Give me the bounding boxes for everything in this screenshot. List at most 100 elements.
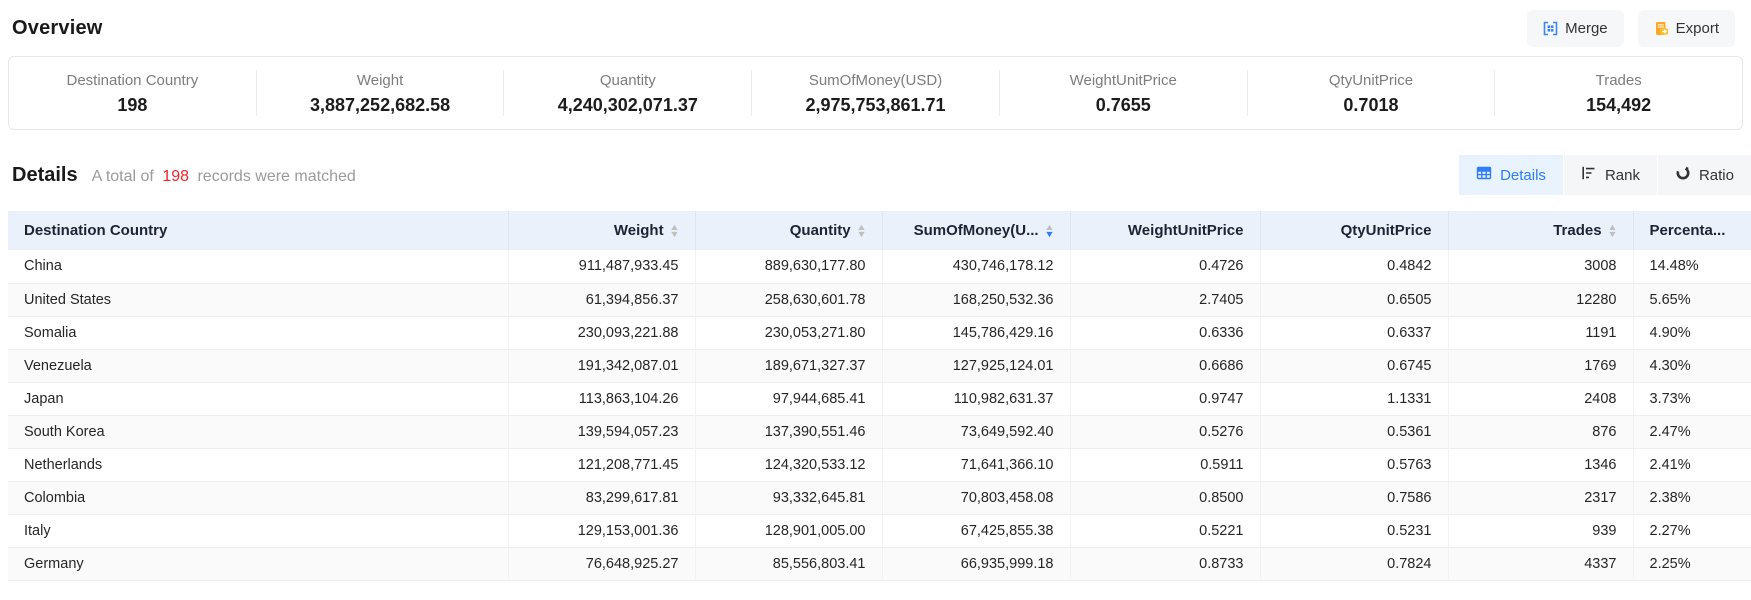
row-value-cell: 2.27% xyxy=(1633,514,1751,547)
tab-details[interactable]: Details xyxy=(1459,155,1563,195)
row-value-cell: 2.41% xyxy=(1633,448,1751,481)
stat-value: 154,492 xyxy=(1495,95,1742,116)
row-value-cell: 0.5911 xyxy=(1070,448,1260,481)
row-value-cell: 939 xyxy=(1448,514,1633,547)
sort-desc-icon: ▼ xyxy=(1044,231,1055,238)
table-row: Germany76,648,925.2785,556,803.4166,935,… xyxy=(8,547,1751,580)
stat-label: WeightUnitPrice xyxy=(1000,72,1247,89)
table-row: Netherlands121,208,771.45124,320,533.127… xyxy=(8,448,1751,481)
row-value-cell: 1769 xyxy=(1448,349,1633,382)
table-row: China911,487,933.45889,630,177.80430,746… xyxy=(8,250,1751,283)
row-value-cell: 1346 xyxy=(1448,448,1633,481)
stat-value: 2,975,753,861.71 xyxy=(752,95,999,116)
stat-value: 0.7018 xyxy=(1248,95,1495,116)
tab-details-label: Details xyxy=(1500,167,1546,184)
column-header[interactable]: Weight ▲▼ xyxy=(508,211,695,250)
sort-desc-icon: ▼ xyxy=(856,231,867,238)
row-value-cell: 0.6505 xyxy=(1260,283,1448,316)
row-value-cell: 0.4842 xyxy=(1260,250,1448,283)
row-value-cell: 124,320,533.12 xyxy=(695,448,882,481)
match-prefix: A total of xyxy=(92,168,154,185)
tab-ratio[interactable]: Ratio xyxy=(1657,155,1751,195)
row-value-cell: 191,342,087.01 xyxy=(508,349,695,382)
row-value-cell: 0.5763 xyxy=(1260,448,1448,481)
row-value-cell: 2.47% xyxy=(1633,415,1751,448)
row-value-cell: 0.8500 xyxy=(1070,481,1260,514)
column-header[interactable]: SumOfMoney(U... ▲▼ xyxy=(882,211,1070,250)
ratio-pie-icon xyxy=(1675,165,1691,185)
table-header-row: Destination CountryWeight▲▼Quantity▲▼Sum… xyxy=(8,211,1751,250)
column-header: QtyUnitPrice xyxy=(1260,211,1448,250)
row-value-cell: 4.90% xyxy=(1633,316,1751,349)
stat-label: Quantity xyxy=(504,72,751,89)
details-heading: Details A total of 198 records were matc… xyxy=(12,164,356,187)
sort-carets-icon[interactable]: ▲▼ xyxy=(1608,224,1617,238)
column-header-label: QtyUnitPrice xyxy=(1341,222,1432,239)
row-value-cell: 14.48% xyxy=(1633,250,1751,283)
tab-rank-label: Rank xyxy=(1605,167,1640,184)
column-header-label: SumOfMoney(U... xyxy=(914,222,1039,239)
export-button[interactable]: Export xyxy=(1638,10,1735,47)
column-header[interactable]: Quantity▲▼ xyxy=(695,211,882,250)
row-country-cell: Venezuela xyxy=(8,349,508,382)
stat-label: Destination Country xyxy=(9,72,256,89)
row-value-cell: 876 xyxy=(1448,415,1633,448)
details-table-wrap: Destination CountryWeight▲▼Quantity▲▼Sum… xyxy=(8,211,1751,581)
stat-cell: Weight3,887,252,682.58 xyxy=(256,70,504,116)
merge-button[interactable]: Merge xyxy=(1527,10,1624,47)
row-value-cell: 0.6686 xyxy=(1070,349,1260,382)
column-header-label: Trades xyxy=(1553,222,1601,239)
sort-carets-icon[interactable]: ▲▼ xyxy=(1045,224,1054,238)
row-value-cell: 1.1331 xyxy=(1260,382,1448,415)
row-value-cell: 911,487,933.45 xyxy=(508,250,695,283)
sort-carets-icon[interactable]: ▲▼ xyxy=(857,224,866,238)
column-header-label: Percenta... xyxy=(1650,222,1726,239)
row-value-cell: 189,671,327.37 xyxy=(695,349,882,382)
details-bar: Details A total of 198 records were matc… xyxy=(12,155,1751,195)
row-value-cell: 2.25% xyxy=(1633,547,1751,580)
table-row: Somalia230,093,221.88230,053,271.80145,7… xyxy=(8,316,1751,349)
stat-cell: Destination Country198 xyxy=(9,70,256,116)
row-country-cell: South Korea xyxy=(8,415,508,448)
row-value-cell: 0.8733 xyxy=(1070,547,1260,580)
tab-rank[interactable]: Rank xyxy=(1563,155,1657,195)
row-value-cell: 5.65% xyxy=(1633,283,1751,316)
row-value-cell: 0.7824 xyxy=(1260,547,1448,580)
stat-label: QtyUnitPrice xyxy=(1248,72,1495,89)
row-value-cell: 430,746,178.12 xyxy=(882,250,1070,283)
row-value-cell: 110,982,631.37 xyxy=(882,382,1070,415)
column-header-label: WeightUnitPrice xyxy=(1128,222,1244,239)
row-value-cell: 3.73% xyxy=(1633,382,1751,415)
row-value-cell: 258,630,601.78 xyxy=(695,283,882,316)
export-file-icon xyxy=(1654,21,1669,36)
column-header[interactable]: Trades ▲▼ xyxy=(1448,211,1633,250)
details-table: Destination CountryWeight▲▼Quantity▲▼Sum… xyxy=(8,211,1751,581)
sort-carets-icon[interactable]: ▲▼ xyxy=(670,224,679,238)
column-header-label: Destination Country xyxy=(24,222,167,239)
stat-value: 0.7655 xyxy=(1000,95,1247,116)
export-button-label: Export xyxy=(1676,20,1719,37)
row-value-cell: 2.7405 xyxy=(1070,283,1260,316)
stat-cell: Quantity4,240,302,071.37 xyxy=(503,70,751,116)
table-row: United States61,394,856.37258,630,601.78… xyxy=(8,283,1751,316)
row-value-cell: 12280 xyxy=(1448,283,1633,316)
merge-cells-icon xyxy=(1543,21,1558,36)
row-value-cell: 76,648,925.27 xyxy=(508,547,695,580)
row-value-cell: 61,394,856.37 xyxy=(508,283,695,316)
row-value-cell: 85,556,803.41 xyxy=(695,547,882,580)
row-value-cell: 0.5276 xyxy=(1070,415,1260,448)
row-value-cell: 0.5361 xyxy=(1260,415,1448,448)
row-value-cell: 70,803,458.08 xyxy=(882,481,1070,514)
row-value-cell: 0.4726 xyxy=(1070,250,1260,283)
row-value-cell: 2.38% xyxy=(1633,481,1751,514)
column-header-label: Weight xyxy=(614,222,664,239)
row-value-cell: 129,153,001.36 xyxy=(508,514,695,547)
top-bar: Overview Merge xyxy=(0,0,1751,48)
row-value-cell: 0.6337 xyxy=(1260,316,1448,349)
stat-cell: Trades154,492 xyxy=(1494,70,1742,116)
row-value-cell: 66,935,999.18 xyxy=(882,547,1070,580)
sort-desc-icon: ▼ xyxy=(669,231,680,238)
row-value-cell: 93,332,645.81 xyxy=(695,481,882,514)
row-value-cell: 145,786,429.16 xyxy=(882,316,1070,349)
row-value-cell: 1191 xyxy=(1448,316,1633,349)
